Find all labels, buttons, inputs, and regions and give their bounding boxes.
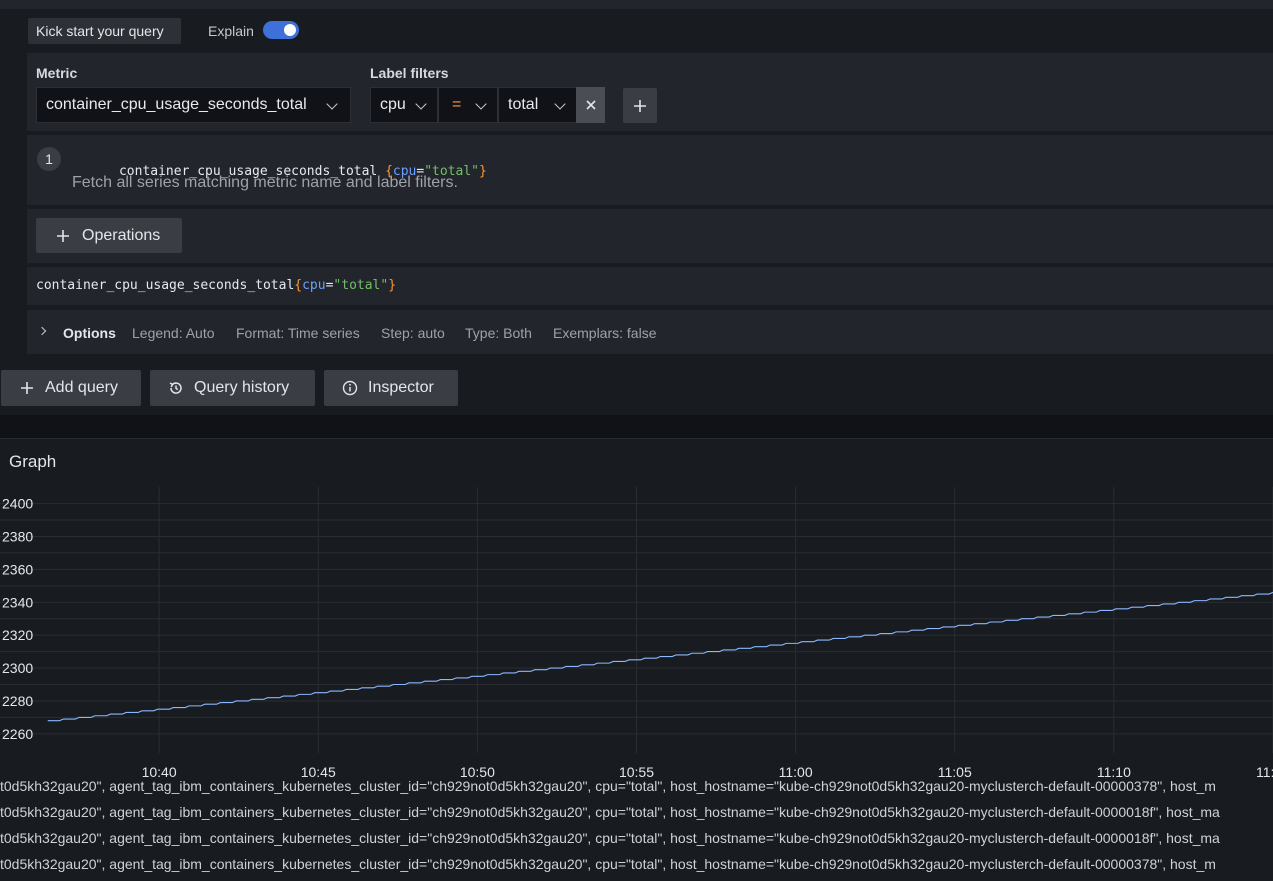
metric-select[interactable]: container_cpu_usage_seconds_total (36, 87, 351, 123)
raw-query-text: container_cpu_usage_seconds_total{cpu="t… (36, 278, 396, 293)
chevron-down-icon (475, 98, 487, 110)
metric-label: Metric (36, 65, 78, 81)
label-value-value: total (508, 96, 539, 113)
kick-start-label: Kick start your query (36, 23, 164, 39)
legend-item[interactable]: t0d5kh32gau20", agent_tag_ibm_containers… (0, 775, 1273, 801)
query-builder: Metric Label filters container_cpu_usage… (27, 53, 1273, 131)
query-editor: Kick start your query Explain Metric Lab… (0, 0, 1273, 415)
graph-legend: t0d5kh32gau20", agent_tag_ibm_containers… (0, 775, 1273, 879)
explain-label: Explain (208, 23, 254, 39)
y-tick-label: 2280 (2, 693, 33, 709)
explain-query-close: } (479, 164, 487, 179)
raw-key: cpu (302, 278, 326, 293)
label-value-select[interactable]: total (498, 87, 577, 123)
inspector-label: Inspector (368, 379, 434, 396)
query-history-label: Query history (194, 379, 290, 396)
label-key-select[interactable]: cpu (370, 87, 438, 123)
label-operator-select[interactable]: = (438, 87, 498, 123)
step-number: 1 (45, 151, 53, 167)
explain-step: 1 container_cpu_usage_seconds_total {cpu… (27, 135, 1273, 205)
explain-description: Fetch all series matching metric name an… (72, 174, 458, 191)
label-filters-label: Label filters (370, 65, 449, 81)
y-tick-label: 2360 (2, 561, 33, 577)
graph-title: Graph (9, 452, 57, 471)
plus-icon (21, 382, 33, 394)
plus-icon (634, 99, 646, 112)
options-type: Type: Both (465, 325, 532, 341)
y-tick-label: 2340 (2, 594, 33, 610)
options-title: Options (63, 325, 116, 341)
add-query-label: Add query (45, 379, 118, 396)
close-icon (585, 100, 596, 110)
label-operator-value: = (452, 96, 462, 113)
chevron-down-icon (415, 98, 427, 110)
info-icon (342, 380, 358, 396)
raw-metric: container_cpu_usage_seconds_total (36, 278, 295, 293)
inspector-button[interactable]: Inspector (324, 370, 458, 406)
options-step: Step: auto (381, 325, 445, 341)
chevron-down-icon (326, 98, 338, 110)
remove-filter-button[interactable] (576, 87, 605, 123)
raw-close: } (388, 278, 397, 293)
raw-open: { (294, 278, 303, 293)
y-tick-label: 2320 (2, 627, 33, 643)
y-tick-label: 2260 (2, 726, 33, 742)
kick-start-button[interactable]: Kick start your query (28, 18, 181, 44)
explain-toggle[interactable] (263, 21, 299, 39)
add-filter-button[interactable] (623, 88, 657, 123)
add-query-button[interactable]: Add query (1, 370, 141, 406)
options-row[interactable]: Options Legend: Auto Format: Time series… (27, 310, 1273, 354)
operations-row: Operations (27, 209, 1273, 263)
operations-button[interactable]: Operations (36, 218, 182, 253)
history-icon (169, 382, 182, 394)
options-legend: Legend: Auto (132, 325, 215, 341)
y-tick-label: 2300 (2, 660, 33, 676)
plus-icon (57, 229, 69, 242)
legend-item[interactable]: t0d5kh32gau20", agent_tag_ibm_containers… (0, 853, 1273, 879)
query-history-button[interactable]: Query history (150, 370, 315, 406)
raw-val: "total" (333, 278, 389, 293)
graph-panel: Graph 2260 2280 2300 2320 2340 2360 2380 2400 10… (0, 438, 1273, 881)
options-exemplars: Exemplars: false (553, 325, 657, 341)
options-format: Format: Time series (236, 325, 360, 341)
y-tick-label: 2400 (2, 496, 33, 512)
label-key-value: cpu (380, 96, 406, 113)
metric-select-value: container_cpu_usage_seconds_total (46, 96, 307, 113)
y-tick-label: 2380 (2, 528, 33, 544)
legend-item[interactable]: t0d5kh32gau20", agent_tag_ibm_containers… (0, 801, 1273, 827)
editor-top-strip (0, 0, 1273, 9)
step-number-badge: 1 (37, 147, 61, 171)
raw-query: container_cpu_usage_seconds_total{cpu="t… (27, 267, 1273, 305)
operations-label: Operations (82, 226, 161, 244)
legend-item[interactable]: t0d5kh32gau20", agent_tag_ibm_containers… (0, 827, 1273, 853)
time-series-chart[interactable]: 2260228023002320234023602380240010:40 10:… (0, 479, 1273, 789)
chevron-down-icon (554, 98, 566, 110)
chevron-right-icon[interactable] (37, 326, 47, 336)
